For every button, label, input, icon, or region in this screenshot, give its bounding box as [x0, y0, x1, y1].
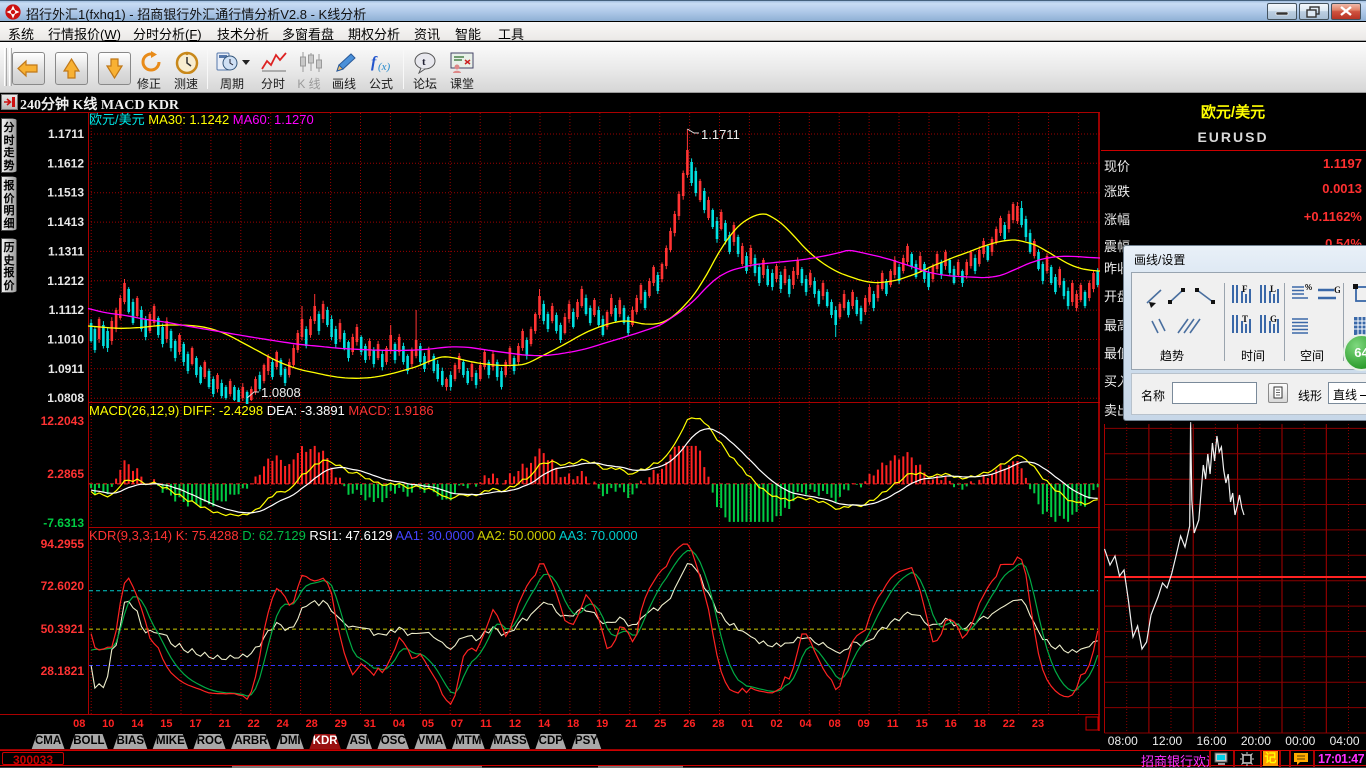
svg-text:1.1711: 1.1711 — [48, 127, 84, 141]
svg-text:1.0911: 1.0911 — [48, 362, 84, 376]
svg-text:28: 28 — [306, 718, 318, 730]
svg-text:14: 14 — [131, 718, 144, 730]
svg-text:1.0808: 1.0808 — [261, 385, 301, 400]
svg-text:18: 18 — [567, 718, 579, 730]
svg-text:25: 25 — [654, 718, 666, 730]
svg-text:08: 08 — [828, 718, 840, 730]
svg-text:22: 22 — [1003, 718, 1015, 730]
svg-text:1.1612: 1.1612 — [47, 156, 84, 170]
svg-text:26: 26 — [683, 718, 695, 730]
svg-text:1.1311: 1.1311 — [48, 244, 84, 258]
svg-text:12:00: 12:00 — [1152, 734, 1182, 748]
svg-text:f: f — [371, 54, 378, 71]
svg-text:14: 14 — [538, 718, 551, 730]
svg-text:24: 24 — [276, 718, 289, 730]
svg-text:28: 28 — [712, 718, 724, 730]
svg-text:28.1821: 28.1821 — [41, 664, 85, 678]
svg-text:G: G — [1270, 314, 1277, 324]
svg-text:02: 02 — [770, 718, 782, 730]
svg-text:MACD(26,12,9) DIFF: -2.4298 DE: MACD(26,12,9) DIFF: -2.4298 DEA: -3.3891… — [89, 403, 434, 418]
svg-text:05: 05 — [422, 718, 434, 730]
svg-text:72.6020: 72.6020 — [41, 579, 85, 593]
svg-text:G: G — [1334, 285, 1340, 295]
svg-text:17: 17 — [189, 718, 201, 730]
svg-text:04: 04 — [393, 718, 406, 730]
svg-text:T: T — [1242, 314, 1248, 324]
svg-text:00:00: 00:00 — [1285, 734, 1315, 748]
svg-text:15: 15 — [916, 718, 928, 730]
svg-text:31: 31 — [364, 718, 376, 730]
svg-text:12.2043: 12.2043 — [41, 414, 85, 428]
svg-text:1.1212: 1.1212 — [47, 274, 84, 288]
svg-text:07: 07 — [451, 718, 463, 730]
svg-text:04: 04 — [799, 718, 812, 730]
svg-text:08: 08 — [73, 718, 85, 730]
svg-text:29: 29 — [335, 718, 347, 730]
svg-text:KDR(9,3,3,14) K: 75.4288 D: 62: KDR(9,3,3,14) K: 75.4288 D: 62.7129 RSI1… — [89, 528, 638, 543]
svg-text:1.1711: 1.1711 — [701, 127, 740, 142]
svg-text:11: 11 — [887, 718, 899, 730]
svg-text:1.1513: 1.1513 — [47, 186, 84, 200]
svg-text:19: 19 — [596, 718, 608, 730]
svg-text:22: 22 — [247, 718, 259, 730]
svg-text:10: 10 — [102, 718, 114, 730]
svg-text:1.0808: 1.0808 — [47, 391, 84, 405]
svg-text:欧元/美元 MA30: 1.1242 MA60: 1.127: 欧元/美元 MA30: 1.1242 MA60: 1.1270 — [89, 112, 314, 127]
svg-text:21: 21 — [218, 718, 230, 730]
svg-text:18: 18 — [974, 718, 986, 730]
svg-text:16: 16 — [945, 718, 957, 730]
svg-text:08:00: 08:00 — [1108, 734, 1138, 748]
svg-text:F: F — [1242, 284, 1248, 294]
svg-text:01: 01 — [741, 718, 753, 730]
svg-text:1.1112: 1.1112 — [49, 303, 85, 317]
svg-text:(x): (x) — [378, 61, 391, 73]
svg-text:20:00: 20:00 — [1241, 734, 1271, 748]
svg-text:15: 15 — [160, 718, 172, 730]
svg-text:-7.6313: -7.6313 — [43, 516, 84, 530]
svg-text:50.3921: 50.3921 — [41, 622, 85, 636]
svg-text:16:00: 16:00 — [1196, 734, 1226, 748]
svg-text:23: 23 — [1032, 718, 1044, 730]
svg-text:t: t — [422, 56, 426, 68]
svg-text:L: L — [1270, 284, 1276, 294]
svg-text:21: 21 — [625, 718, 637, 730]
svg-text:11: 11 — [480, 718, 492, 730]
svg-text:1.1413: 1.1413 — [47, 215, 84, 229]
svg-text:%: % — [1305, 283, 1312, 292]
svg-text:2.2865: 2.2865 — [47, 467, 84, 481]
svg-text:1.1010: 1.1010 — [47, 333, 84, 347]
svg-text:09: 09 — [857, 718, 869, 730]
svg-text:94.2955: 94.2955 — [41, 537, 85, 551]
svg-text:12: 12 — [509, 718, 521, 730]
svg-text:04:00: 04:00 — [1330, 734, 1360, 748]
